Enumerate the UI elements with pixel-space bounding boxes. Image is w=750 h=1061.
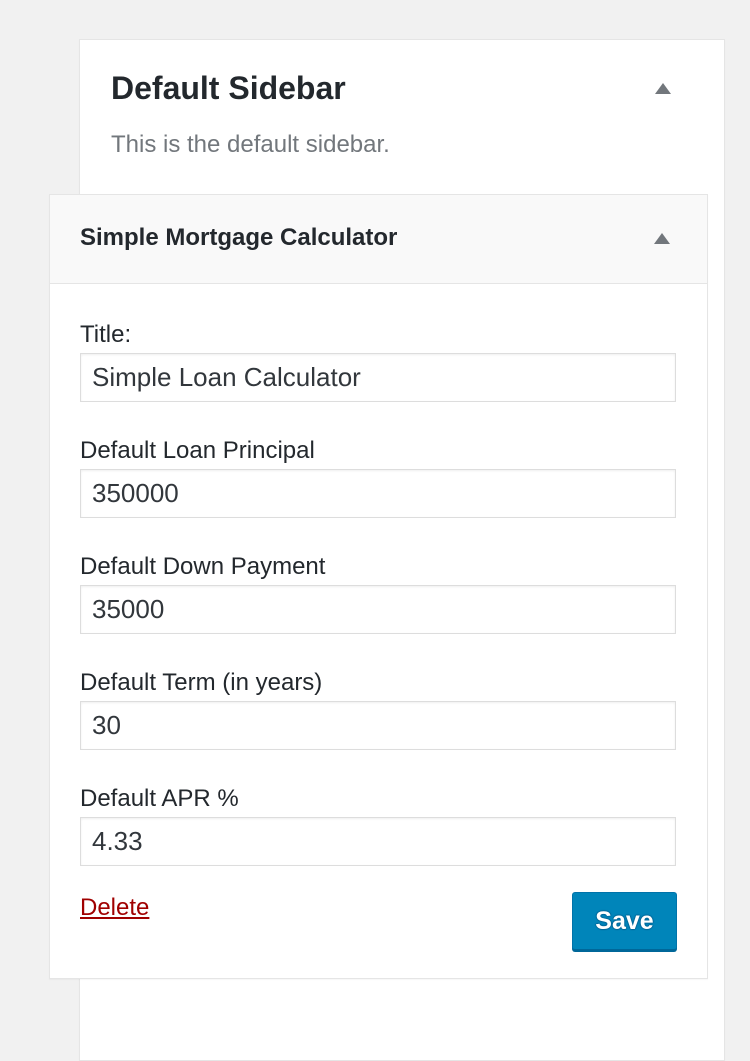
down-payment-label: Default Down Payment [80,553,326,580]
sidebar-toggle-arrow-icon[interactable] [655,83,671,94]
widget-header[interactable]: Simple Mortgage Calculator [50,195,707,284]
apr-input[interactable] [80,817,676,866]
term-input[interactable] [80,701,676,750]
widget-toggle-arrow-icon[interactable] [654,233,670,244]
sidebar-title: Default Sidebar [111,70,346,106]
down-payment-input[interactable] [80,585,676,634]
sidebar-description: This is the default sidebar. [111,131,390,158]
loan-principal-input[interactable] [80,469,676,518]
title-label: Title: [80,321,132,348]
mortgage-calculator-widget: Simple Mortgage Calculator Title: Defaul… [49,194,708,979]
title-input[interactable] [80,353,676,402]
widget-title: Simple Mortgage Calculator [80,224,398,251]
term-label: Default Term (in years) [80,669,323,696]
save-button[interactable]: Save [572,892,677,950]
loan-principal-label: Default Loan Principal [80,437,315,464]
apr-label: Default APR % [80,785,239,812]
delete-link[interactable]: Delete [80,894,149,922]
